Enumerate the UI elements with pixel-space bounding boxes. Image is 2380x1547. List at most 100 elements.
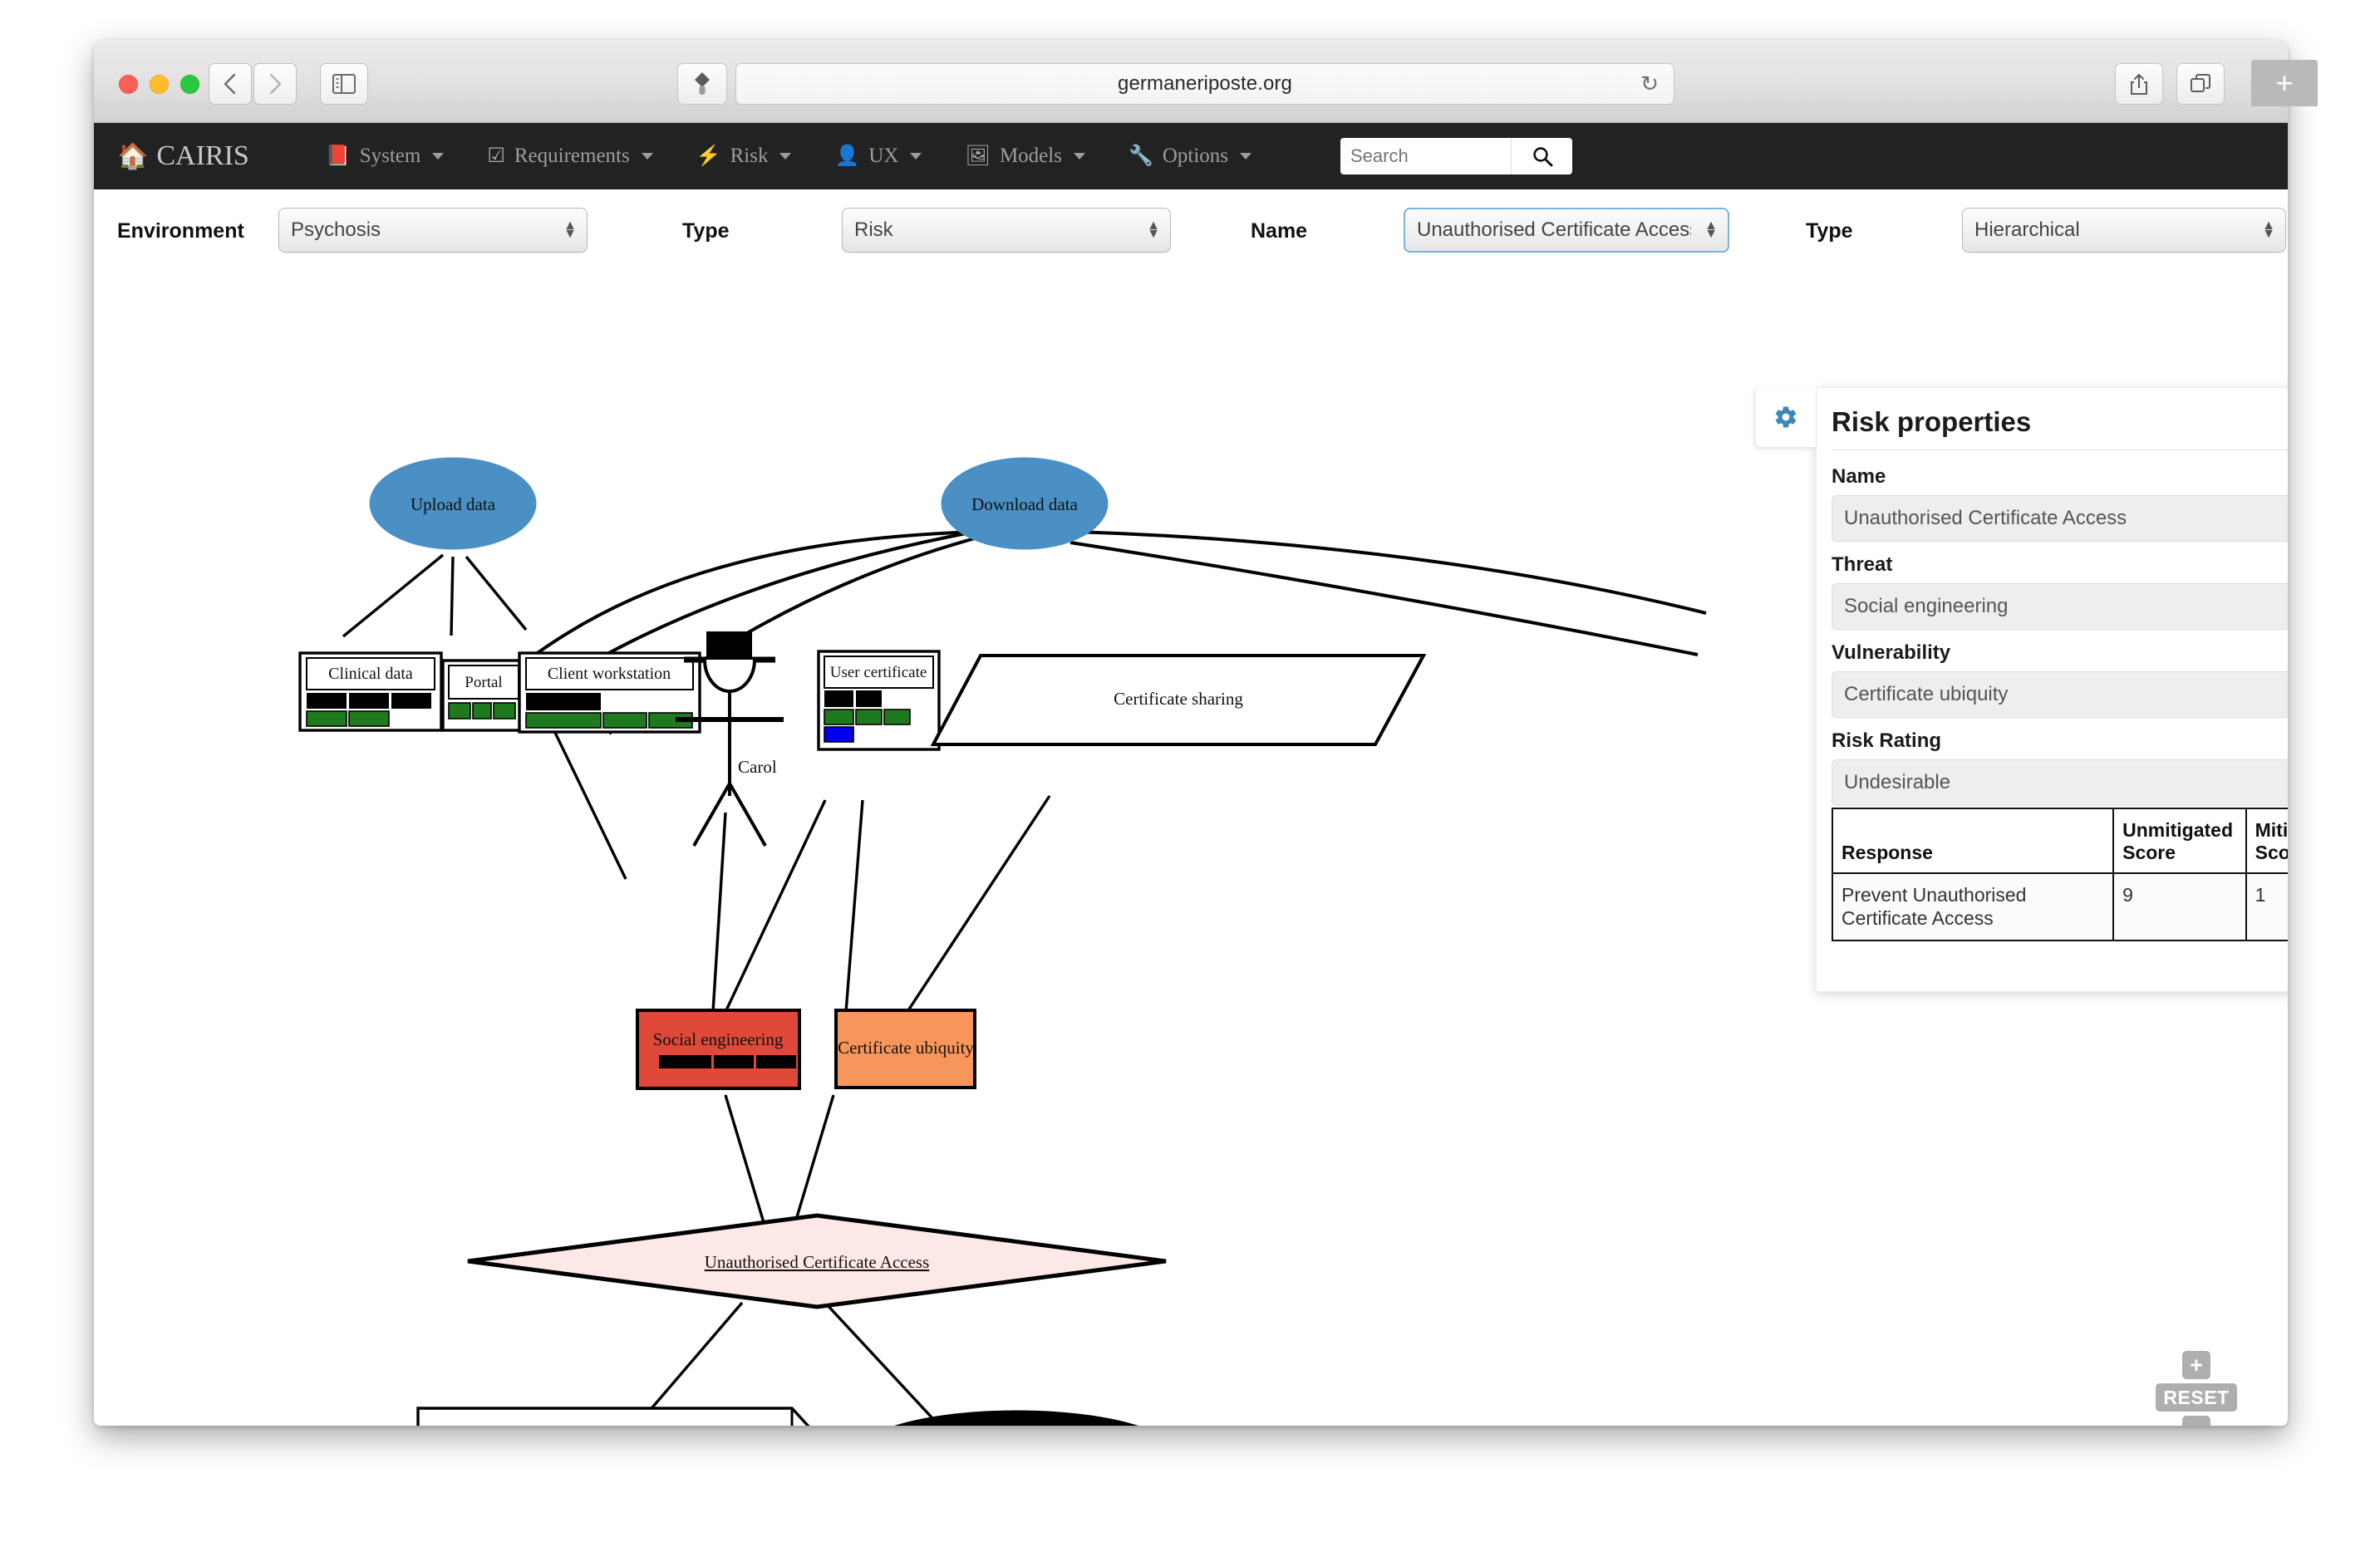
nav-item-options[interactable]: 🔧 Options bbox=[1107, 123, 1273, 189]
user-certificate-label: User certificate bbox=[830, 664, 927, 681]
user-icon: 👤 bbox=[834, 145, 860, 167]
table-header-unmitigated-score: Unmitigated Score bbox=[2112, 807, 2247, 875]
nav-item-models-label: Models bbox=[999, 145, 1062, 167]
nav-item-models[interactable]: 🖼 Models bbox=[943, 123, 1106, 189]
image-icon: 🖼 bbox=[965, 145, 991, 167]
nav-item-requirements-label: Requirements bbox=[514, 145, 630, 167]
nav-item-requirements[interactable]: ☑ Requirements bbox=[465, 123, 674, 189]
panel-risk-rating-value: Undesirable bbox=[1832, 759, 2288, 806]
brand-logo[interactable]: 🏠 CAIRIS bbox=[117, 140, 249, 172]
view-type-select-value: Hierarchical bbox=[1974, 219, 2080, 241]
diagram-node-certificate-sharing[interactable]: Certificate sharing bbox=[930, 654, 1427, 746]
chevron-updown-icon: ▲ ▼ bbox=[2262, 219, 2275, 241]
zoom-in-button[interactable]: + bbox=[2182, 1351, 2210, 1379]
view-type-label: Type bbox=[1806, 219, 1853, 243]
search-group bbox=[1340, 138, 1572, 174]
browser-window: germaneriposte.org ↻ + 🏠 CAIRIS 📕 System… bbox=[94, 40, 2318, 1426]
risk-response-table: Response Unmitigated Score Mitigated Sco… bbox=[1831, 807, 2288, 942]
back-button[interactable] bbox=[209, 63, 252, 105]
table-cell-unmitigated-score: 9 bbox=[2112, 872, 2247, 942]
chevron-down-icon bbox=[432, 153, 445, 160]
table-header-response: Response bbox=[1831, 807, 2115, 875]
social-engineering-label: Social engineering bbox=[653, 1029, 784, 1049]
risk-properties-panel: Risk properties Name Unauthorised Certif… bbox=[1816, 387, 2288, 992]
site-shield-button[interactable] bbox=[677, 63, 727, 105]
name-select[interactable]: Unauthorised Certificate Access ▲ ▼ bbox=[1404, 208, 1729, 253]
cairis-app: 🏠 CAIRIS 📕 System ☑ Requirements ⚡ Risk … bbox=[94, 123, 2288, 1426]
search-button[interactable] bbox=[1511, 138, 1572, 174]
browser-titlebar: germaneriposte.org ↻ + bbox=[94, 40, 2318, 123]
zoom-out-button[interactable]: − bbox=[2182, 1416, 2210, 1426]
gear-icon bbox=[1775, 406, 1797, 428]
chevron-updown-icon: ▲ ▼ bbox=[1147, 219, 1160, 241]
search-input[interactable] bbox=[1340, 138, 1511, 174]
zoom-reset-button[interactable]: RESET bbox=[2156, 1383, 2237, 1412]
chevron-left-icon bbox=[224, 73, 236, 95]
diagram-node-social-engineering[interactable]: Social engineering bbox=[636, 1009, 801, 1090]
nav-item-system-label: System bbox=[359, 145, 421, 167]
certificate-sharing-label: Certificate sharing bbox=[1114, 689, 1243, 709]
diagram-node-certificate-ubiquity[interactable]: Certificate ubiquity bbox=[834, 1009, 976, 1089]
url-input[interactable]: germaneriposte.org ↻ bbox=[735, 63, 1674, 105]
panel-title: Risk properties bbox=[1832, 406, 2032, 437]
type-select[interactable]: Risk ▲ ▼ bbox=[842, 208, 1171, 253]
nav-item-ux-label: UX bbox=[868, 145, 899, 167]
clinical-data-label: Clinical data bbox=[328, 665, 413, 683]
sidebar-icon bbox=[332, 74, 356, 94]
maximize-window-button[interactable] bbox=[180, 75, 199, 94]
type-select-value: Risk bbox=[854, 219, 893, 241]
bolt-icon: ⚡ bbox=[696, 145, 721, 167]
table-header-row: Response Unmitigated Score Mitigated Sco… bbox=[1831, 807, 2288, 875]
nav-item-risk-label: Risk bbox=[730, 145, 769, 167]
diagram-node-upload-data[interactable]: Upload data bbox=[369, 457, 537, 550]
table-header-mitigated-score: Mitigated Score bbox=[2245, 807, 2288, 875]
diagram-node-clinical-data[interactable]: Clinical data bbox=[298, 651, 443, 732]
table-row[interactable]: Prevent Unauthorised Certificate Access … bbox=[1831, 872, 2288, 942]
check-square-icon: ☑ bbox=[487, 145, 505, 167]
panel-name-value: Unauthorised Certificate Access bbox=[1832, 495, 2288, 542]
diagram-node-prevent-unauthorised-certificate-access[interactable]: Prevent Unauthorised Certificate Access bbox=[416, 1407, 810, 1426]
portal-label: Portal bbox=[465, 674, 502, 691]
brand-label: CAIRIS bbox=[156, 140, 249, 171]
risk-model-canvas[interactable]: Upload data Download data Clinical data bbox=[94, 264, 1822, 1426]
environment-select[interactable]: Psychosis ▲ ▼ bbox=[278, 208, 588, 253]
forward-button[interactable] bbox=[253, 63, 297, 105]
tab-overview-button[interactable] bbox=[2176, 63, 2225, 105]
close-window-button[interactable] bbox=[119, 75, 138, 94]
panel-vulnerability-label: Vulnerability bbox=[1832, 641, 1951, 664]
shield-icon bbox=[695, 72, 710, 95]
panel-settings-button[interactable] bbox=[1756, 387, 1816, 447]
search-icon bbox=[1532, 147, 1552, 167]
diagram-node-unauthorised-certificate-access[interactable]: Unauthorised Certificate Access bbox=[467, 1213, 1167, 1309]
chevron-down-icon bbox=[1240, 153, 1252, 160]
minimize-window-button[interactable] bbox=[150, 75, 169, 94]
diagram-node-download-data[interactable]: Download data bbox=[941, 457, 1109, 550]
panel-threat-label: Threat bbox=[1832, 553, 1893, 576]
environment-select-value: Psychosis bbox=[291, 219, 381, 241]
share-button[interactable] bbox=[2115, 63, 2163, 105]
name-select-value: Unauthorised Certificate Access bbox=[1417, 219, 1691, 241]
nav-item-risk[interactable]: ⚡ Risk bbox=[675, 123, 814, 189]
diagram-node-client-workstation[interactable]: Client workstation bbox=[518, 651, 701, 734]
share-icon bbox=[2131, 74, 2147, 95]
diagram-node-user-certificate[interactable]: User certificate bbox=[817, 650, 941, 751]
chevron-down-icon bbox=[779, 153, 792, 160]
nav-item-ux[interactable]: 👤 UX bbox=[813, 123, 943, 189]
client-workstation-label: Client workstation bbox=[548, 665, 671, 683]
download-data-label: Download data bbox=[971, 494, 1078, 514]
upload-data-label: Upload data bbox=[411, 494, 496, 514]
nav-item-system[interactable]: 📕 System bbox=[304, 123, 466, 189]
new-tab-button[interactable]: + bbox=[2251, 60, 2318, 106]
window-controls bbox=[119, 75, 199, 94]
sidebar-toggle-button[interactable] bbox=[320, 63, 368, 105]
chevron-down-icon bbox=[1073, 153, 1085, 160]
filter-bar: Environment Psychosis ▲ ▼ Type Risk ▲ ▼ Na… bbox=[94, 189, 2288, 264]
url-text: germaneriposte.org bbox=[1118, 72, 1292, 95]
chevron-right-icon bbox=[269, 73, 282, 95]
diagram-node-exploit-unauthorised-certificate-access[interactable]: Exploit Unauthorised Certificate Access bbox=[857, 1410, 1176, 1426]
environment-label: Environment bbox=[117, 219, 244, 243]
type-label: Type bbox=[682, 219, 730, 243]
view-type-select[interactable]: Hierarchical ▲ ▼ bbox=[1962, 208, 2286, 253]
diagram-node-portal[interactable]: Portal bbox=[441, 659, 526, 732]
reload-button[interactable]: ↻ bbox=[1640, 71, 1659, 97]
